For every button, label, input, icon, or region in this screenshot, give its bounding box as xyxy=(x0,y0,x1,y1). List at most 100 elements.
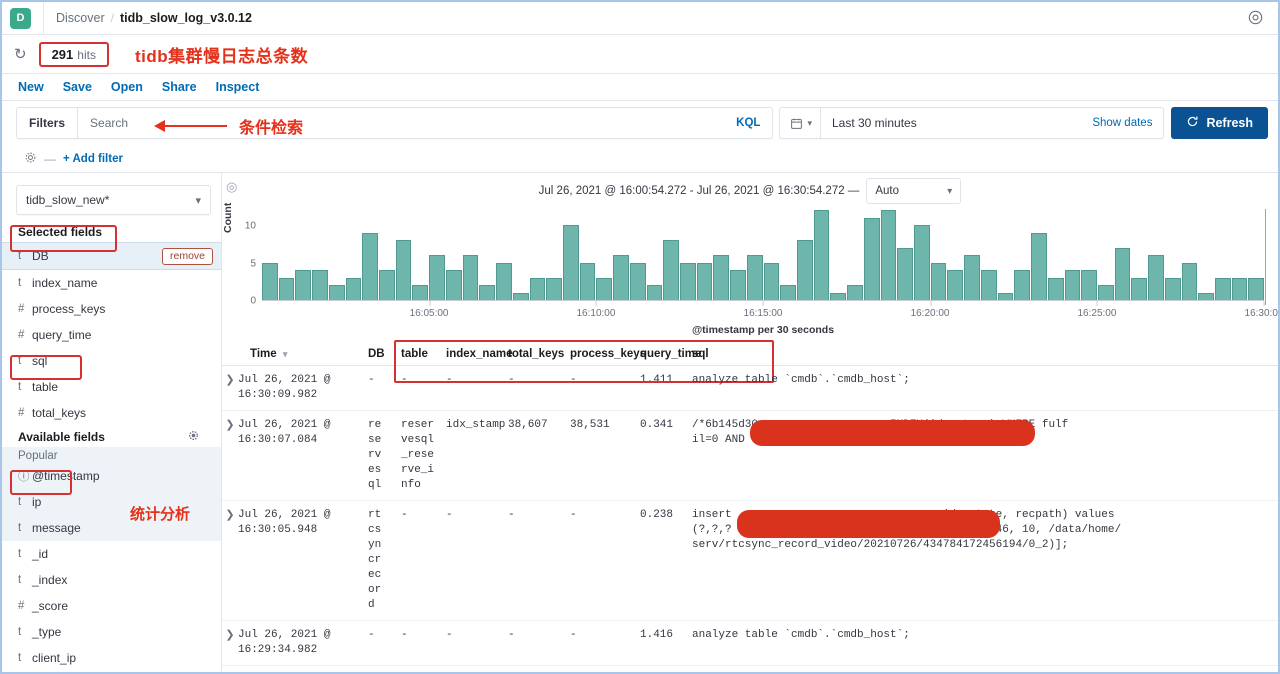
gear-icon[interactable] xyxy=(24,151,37,167)
index-pattern-select[interactable]: tidb_slow_new* ▾ xyxy=(16,185,211,215)
chart-bar[interactable] xyxy=(395,240,412,300)
chart-bar[interactable] xyxy=(529,277,546,300)
chart-bar[interactable] xyxy=(1164,277,1181,300)
chart-bar[interactable] xyxy=(997,292,1014,300)
chart-bar[interactable] xyxy=(863,217,880,300)
table-row[interactable]: ❯Jul 26, 2021 @ 16:29:29.144pictpicturer… xyxy=(222,666,1278,672)
chart-bar[interactable] xyxy=(980,270,997,300)
interval-select[interactable]: Auto ▾ xyxy=(866,178,962,204)
chart-bar[interactable] xyxy=(613,255,629,300)
chart-bar[interactable] xyxy=(1014,270,1031,300)
chart-bar[interactable] xyxy=(1097,285,1114,300)
column-header-index-name[interactable]: index_name xyxy=(446,348,512,360)
chart-bar[interactable] xyxy=(1047,277,1064,300)
chart-bar[interactable] xyxy=(328,285,345,300)
column-header-query-time[interactable]: query_time xyxy=(640,348,701,360)
nav-open[interactable]: Open xyxy=(111,80,143,94)
chart-bar[interactable] xyxy=(1248,277,1265,300)
chart-bar[interactable] xyxy=(546,277,562,300)
chart-bar[interactable] xyxy=(930,262,947,300)
chart-bar[interactable] xyxy=(830,292,847,300)
chart-bar[interactable] xyxy=(345,277,362,300)
chart-bar[interactable] xyxy=(362,232,379,300)
nav-save[interactable]: Save xyxy=(63,80,92,94)
sidebar-field-_id[interactable]: t _id xyxy=(2,541,221,567)
chart-bar[interactable] xyxy=(746,255,763,300)
chart-bar[interactable] xyxy=(1064,270,1081,300)
reload-icon[interactable]: ↻ xyxy=(14,45,27,63)
chart-bar[interactable] xyxy=(679,262,696,300)
chart-bar[interactable] xyxy=(1148,255,1164,300)
chart-bar[interactable] xyxy=(1214,277,1231,300)
chart-bar[interactable] xyxy=(646,285,663,300)
chart-bar[interactable] xyxy=(562,225,579,300)
sidebar-field-client-ip[interactable]: t client_ip xyxy=(2,645,221,671)
expand-row-icon[interactable]: ❯ xyxy=(222,373,238,403)
chart-bar[interactable] xyxy=(897,247,914,300)
chart-bar[interactable] xyxy=(696,262,713,300)
sidebar-field-process-keys[interactable]: # process_keys xyxy=(2,296,221,322)
chart-bar[interactable] xyxy=(295,270,312,300)
chart-bar[interactable] xyxy=(880,210,897,300)
chart-bar[interactable] xyxy=(445,270,462,300)
sidebar-field-cop-proc-addr[interactable]: t cop_proc_addr xyxy=(2,671,221,672)
chart-bar[interactable] xyxy=(1231,277,1248,300)
chart-bar[interactable] xyxy=(1081,270,1097,300)
chart-bar[interactable] xyxy=(847,285,863,300)
sidebar-field-db[interactable]: t DB remove xyxy=(2,242,221,270)
filters-label[interactable]: Filters xyxy=(17,108,79,138)
sidebar-field-timestamp[interactable]: ⓘ @timestamp xyxy=(2,463,221,489)
kql-toggle[interactable]: KQL xyxy=(724,117,772,129)
chart-bar[interactable] xyxy=(914,225,930,300)
chart-bar[interactable] xyxy=(512,292,529,300)
expand-row-icon[interactable]: ❯ xyxy=(222,508,238,613)
chart-bar[interactable] xyxy=(379,270,395,300)
chart-bar[interactable] xyxy=(579,262,596,300)
sidebar-field-sql[interactable]: t sql xyxy=(2,348,221,374)
chart-bar[interactable] xyxy=(479,285,496,300)
chart-bar[interactable] xyxy=(312,270,328,300)
chart-plot-area[interactable] xyxy=(262,210,1265,301)
time-range-value[interactable]: Last 30 minutes xyxy=(821,116,917,130)
search-input[interactable]: Search xyxy=(78,116,140,130)
column-header-db[interactable]: DB xyxy=(368,348,401,360)
chart-bar[interactable] xyxy=(1181,262,1198,300)
nav-share[interactable]: Share xyxy=(162,80,197,94)
help-icon[interactable] xyxy=(1248,10,1264,26)
column-header-process-keys[interactable]: process_keys xyxy=(570,348,646,360)
sidebar-field-index-name[interactable]: t index_name xyxy=(2,270,221,296)
breadcrumb-saved-search[interactable]: tidb_slow_log_v3.0.12 xyxy=(120,11,252,25)
show-dates-button[interactable]: Show dates xyxy=(1092,117,1163,129)
chart-bar[interactable] xyxy=(763,262,780,300)
chart-bar[interactable] xyxy=(262,262,278,300)
sidebar-field-query-time[interactable]: # query_time xyxy=(2,322,221,348)
chart-bar[interactable] xyxy=(596,277,613,300)
column-header-total-keys[interactable]: total_keys xyxy=(508,348,570,360)
table-row[interactable]: ❯ Jul 26, 2021 @ 16:30:05.948 rt cs yn cr ec or… xyxy=(222,501,1278,621)
column-header-sql[interactable]: sql xyxy=(692,348,1278,360)
chart-bar[interactable] xyxy=(780,285,796,300)
column-header-table[interactable]: table xyxy=(401,348,446,360)
table-row[interactable]: ❯ Jul 26, 2021 @ 16:29:34.982 - - - - - 1.416 an… xyxy=(222,621,1278,666)
gear-icon[interactable] xyxy=(188,430,207,444)
sidebar-field-_index[interactable]: t _index xyxy=(2,567,221,593)
chart-bar[interactable] xyxy=(964,255,980,300)
nav-new[interactable]: New xyxy=(18,80,44,94)
sidebar-field-_score[interactable]: # _score xyxy=(2,593,221,619)
sidebar-field-_type[interactable]: t _type xyxy=(2,619,221,645)
breadcrumb-discover[interactable]: Discover xyxy=(56,11,105,25)
column-header-time[interactable]: Time ▾ xyxy=(222,348,368,360)
chart-bar[interactable] xyxy=(813,210,830,300)
collapse-panel-icon[interactable]: ◎ xyxy=(226,179,237,195)
expand-row-icon[interactable]: ❯ xyxy=(222,628,238,658)
chart-bar[interactable] xyxy=(1198,292,1214,300)
chart-bar[interactable] xyxy=(462,255,479,300)
chart-bar[interactable] xyxy=(713,255,730,300)
sidebar-field-total-keys[interactable]: # total_keys xyxy=(2,400,221,426)
chart-bar[interactable] xyxy=(1031,232,1047,300)
chart-bar[interactable] xyxy=(278,277,295,300)
remove-field-button[interactable]: remove xyxy=(161,247,213,265)
chart-bar[interactable] xyxy=(663,240,679,300)
chart-bar[interactable] xyxy=(797,240,813,300)
chart-bar[interactable] xyxy=(1114,247,1131,300)
